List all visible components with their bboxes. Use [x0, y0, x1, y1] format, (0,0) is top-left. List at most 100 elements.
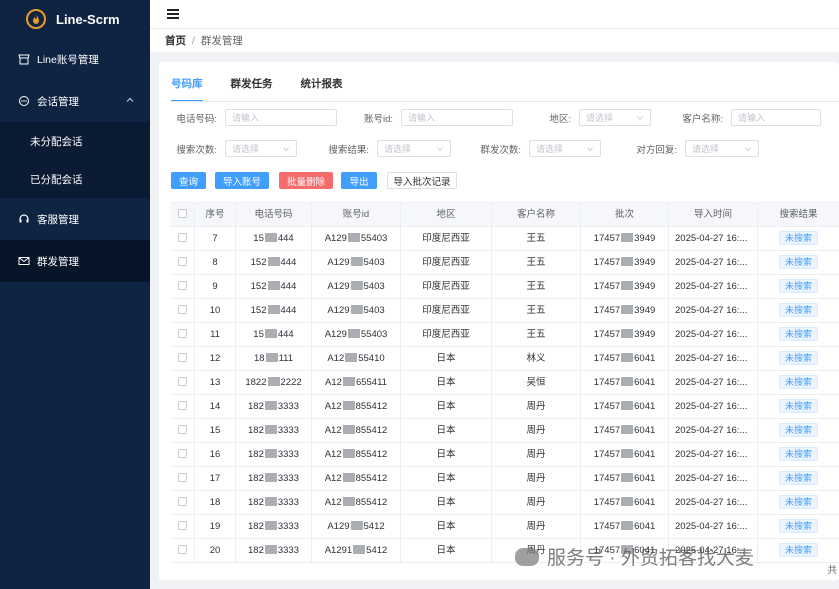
row-checkbox[interactable]	[178, 521, 187, 531]
row-select-cell[interactable]	[171, 514, 195, 539]
account-suffix: 855412	[355, 472, 388, 484]
sidebar-item-label: 已分配会话	[30, 173, 83, 186]
search-count-select[interactable]: 请选择	[225, 140, 297, 157]
status-badge: 未搜索	[778, 518, 818, 533]
query-button[interactable]: 查询	[171, 172, 206, 189]
row-checkbox[interactable]	[178, 329, 187, 339]
row-select-cell[interactable]	[171, 370, 195, 395]
account-id-input[interactable]: 请输入	[401, 109, 513, 126]
export-button[interactable]: 导出	[341, 172, 377, 189]
batch-cell: 17457 6041	[581, 346, 669, 371]
account-suffix: 5403	[363, 256, 385, 268]
table-row[interactable]: 11 15 444 A129 55403 印度尼西亚 王五 17457 3949 2025-04-…	[171, 322, 839, 347]
table-row[interactable]: 8 152 444 A129 5403 印度尼西亚 王五 17457 3949 2025-04-2…	[171, 250, 839, 275]
sidebar-item-label: 客服管理	[37, 213, 79, 226]
filter-label: 客户名称:	[682, 113, 723, 125]
account-id-cell: A12 855412	[312, 418, 401, 443]
chevron-up-icon[interactable]	[126, 96, 134, 104]
row-select-cell[interactable]	[171, 466, 195, 491]
redaction-mask	[342, 401, 355, 411]
row-checkbox[interactable]	[178, 473, 187, 483]
batch-suffix: 3949	[634, 232, 656, 244]
breadcrumb-home[interactable]: 首页	[165, 33, 186, 48]
reply-select[interactable]: 请选择	[685, 140, 759, 157]
account-suffix: 855412	[355, 424, 388, 436]
table-row[interactable]: 10 152 444 A129 5403 印度尼西亚 王五 17457 3949 2025-04-…	[171, 298, 839, 323]
column-header: 导入时间	[669, 202, 758, 227]
row-select-cell[interactable]	[171, 322, 195, 347]
table-row[interactable]: 14 182 3333 A12 855412 日本 周丹 17457 6041 2025-04-2…	[171, 394, 839, 419]
tab-statistics[interactable]: 统计报表	[301, 72, 343, 96]
batch-cell: 17457 6041	[581, 466, 669, 491]
table-row[interactable]: 7 15 444 A129 55403 印度尼西亚 王五 17457 3949 2025-04-2…	[171, 226, 839, 251]
import-time-cell: 2025-04-27 16:...	[669, 298, 758, 323]
sidebar-item-sessions[interactable]: 会话管理	[0, 80, 150, 122]
table-row[interactable]: 9 152 444 A129 5403 印度尼西亚 王五 17457 3949 2025-04-2…	[171, 274, 839, 299]
phone-input[interactable]: 请输入	[225, 109, 337, 126]
row-select-cell[interactable]	[171, 538, 195, 563]
table-row[interactable]: 17 182 3333 A12 855412 日本 周丹 17457 6041 2025-04-2…	[171, 466, 839, 491]
phone-cell: 1822 2222	[236, 370, 312, 395]
row-checkbox[interactable]	[178, 401, 187, 411]
select-all-checkbox[interactable]	[178, 209, 187, 219]
status-badge: 未搜索	[778, 326, 818, 341]
customer-input[interactable]: 请输入	[731, 109, 821, 126]
row-select-cell[interactable]	[171, 346, 195, 371]
sidebar-item-unassigned-sessions[interactable]: 未分配会话	[0, 122, 150, 160]
watermark-text: 服务号 · 外贸拓客找大麦	[547, 548, 754, 569]
tab-number-library[interactable]: 号码库	[171, 72, 203, 102]
row-checkbox[interactable]	[178, 545, 187, 555]
menu-toggle-icon[interactable]	[167, 9, 179, 19]
search-result-select[interactable]: 请选择	[377, 140, 451, 157]
sidebar-item-label: 未分配会话	[30, 135, 83, 148]
row-select-cell[interactable]	[171, 418, 195, 443]
row-checkbox[interactable]	[178, 257, 187, 267]
row-select-cell[interactable]	[171, 442, 195, 467]
import-batch-record-button[interactable]: 导入批次记录	[387, 172, 457, 189]
redaction-mask	[264, 425, 277, 435]
batch-cell: 17457 3949	[581, 298, 669, 323]
row-checkbox[interactable]	[178, 353, 187, 363]
row-checkbox[interactable]	[178, 377, 187, 387]
row-checkbox[interactable]	[178, 281, 187, 291]
sidebar-item-agents[interactable]: 客服管理	[0, 198, 150, 240]
row-checkbox[interactable]	[178, 497, 187, 507]
row-select-cell[interactable]	[171, 274, 195, 299]
phone-prefix: 182	[248, 544, 264, 556]
batch-suffix: 6041	[634, 376, 656, 388]
row-checkbox[interactable]	[178, 305, 187, 315]
row-index: 14	[195, 394, 236, 419]
sidebar-item-broadcast[interactable]: 群发管理	[0, 240, 150, 282]
row-select-cell[interactable]	[171, 490, 195, 515]
table-row[interactable]: 12 18 111 A12 55410 日本 林义 17457 6041 2025-04-27 1…	[171, 346, 839, 371]
region-cell: 日本	[401, 490, 492, 515]
sidebar-item-assigned-sessions[interactable]: 已分配会话	[0, 160, 150, 198]
row-select-cell[interactable]	[171, 394, 195, 419]
row-index: 9	[195, 274, 236, 299]
account-suffix: 55403	[360, 328, 388, 340]
row-index: 18	[195, 490, 236, 515]
row-select-cell[interactable]	[171, 250, 195, 275]
redaction-mask	[264, 497, 277, 507]
table-row[interactable]: 13 1822 2222 A12 655411 日本 吴恒 17457 6041 2025-04-…	[171, 370, 839, 395]
row-select-cell[interactable]	[171, 226, 195, 251]
import-time-cell: 2025-04-27 16:...	[669, 370, 758, 395]
account-id-cell: A129 5403	[312, 298, 401, 323]
table-row[interactable]: 18 182 3333 A12 855412 日本 周丹 17457 6041 2025-04-2…	[171, 490, 839, 515]
select-all-cell[interactable]	[171, 202, 195, 227]
region-select[interactable]: 请选择	[579, 109, 651, 126]
row-select-cell[interactable]	[171, 298, 195, 323]
row-checkbox[interactable]	[178, 233, 187, 243]
send-count-select[interactable]: 请选择	[529, 140, 601, 157]
sidebar-item-line-accounts[interactable]: Line账号管理	[0, 38, 150, 80]
redaction-mask	[621, 281, 634, 291]
table-row[interactable]: 15 182 3333 A12 855412 日本 周丹 17457 6041 2025-04-2…	[171, 418, 839, 443]
table-row[interactable]: 16 182 3333 A12 855412 日本 周丹 17457 6041 2025-04-2…	[171, 442, 839, 467]
batch-delete-button[interactable]: 批量删除	[279, 172, 333, 189]
row-checkbox[interactable]	[178, 449, 187, 459]
row-checkbox[interactable]	[178, 425, 187, 435]
table-row[interactable]: 19 182 3333 A129 5412 日本 周丹 17457 6041 2025-04-27…	[171, 514, 839, 539]
tab-broadcast-tasks[interactable]: 群发任务	[231, 72, 273, 96]
app-logo[interactable]: Line-Scrm	[0, 0, 150, 38]
import-account-button[interactable]: 导入账号	[215, 172, 269, 189]
